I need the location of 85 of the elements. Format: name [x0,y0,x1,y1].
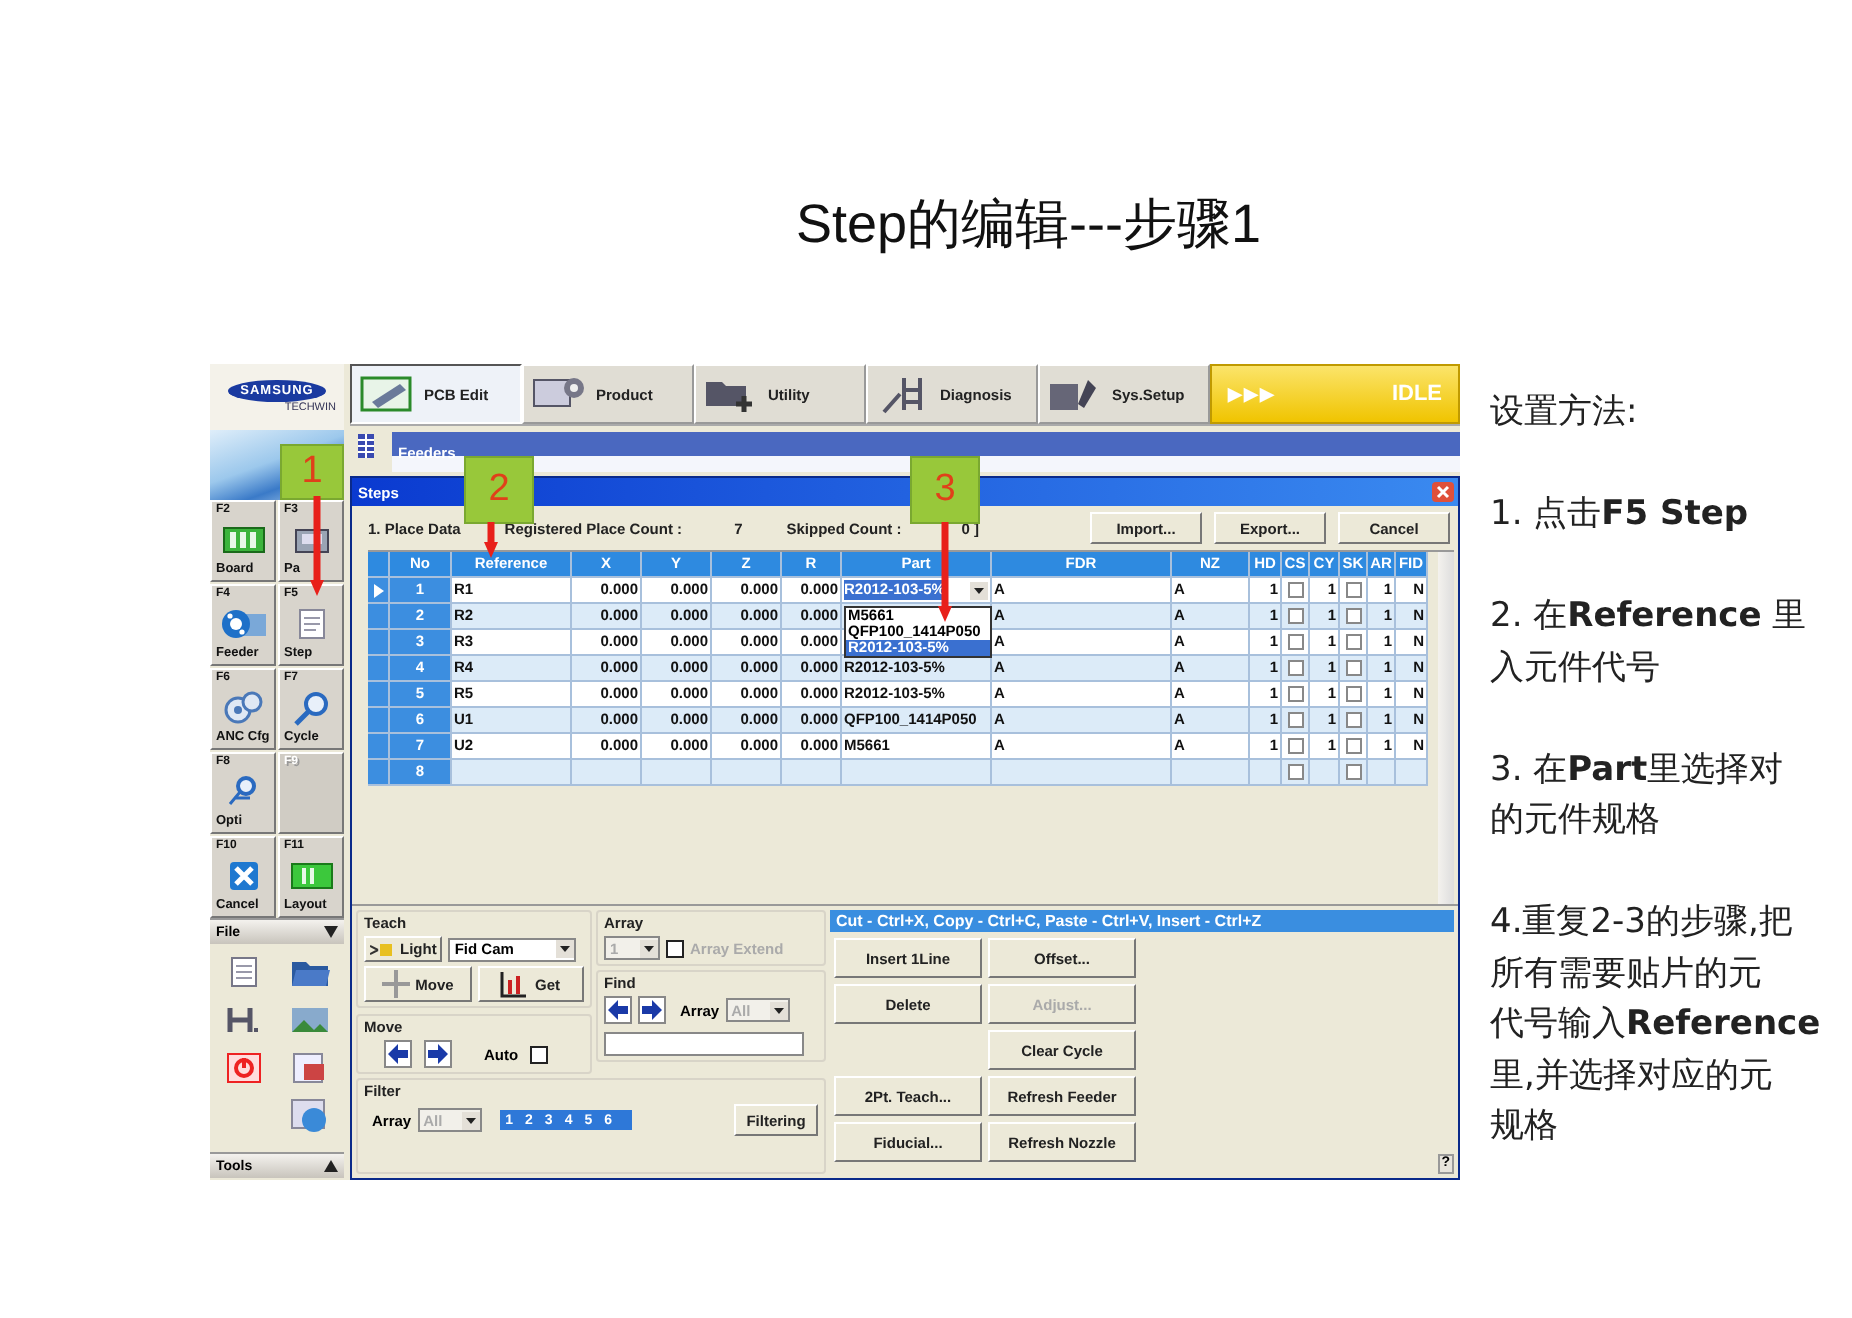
checkbox[interactable] [1287,712,1303,728]
instruction-step: 3. 在Part里选择对 的元件规格 [1490,745,1821,847]
picture-icon [290,1004,331,1036]
grid-icon [356,432,376,460]
chart-icon [500,970,529,998]
checkbox[interactable] [1287,738,1303,754]
checkbox[interactable] [1345,686,1361,702]
next-button[interactable] [424,1040,452,1068]
checkbox[interactable] [1287,582,1303,598]
document-icon [297,608,325,640]
table-cell [782,760,842,786]
pencil-icon [360,374,416,414]
row-selector[interactable] [368,630,390,656]
down-arrow [310,496,324,596]
scrollbar[interactable] [1438,552,1454,904]
bulb-icon [370,941,394,957]
board-icon [221,526,265,554]
caret-icon [769,1001,788,1019]
header-corner [368,552,390,578]
row-selector[interactable] [368,708,390,734]
row-selector[interactable] [368,656,390,682]
caret-icon [461,1111,480,1129]
layout-icon [289,862,333,890]
move-icon [381,970,410,998]
globe-icon [290,1098,331,1134]
caret-icon [556,940,575,958]
magnifier-icon [225,774,261,810]
checkbox[interactable] [1287,608,1303,624]
row-selector[interactable] [368,682,390,708]
table-cell [1172,760,1250,786]
left-arrow-icon [384,1040,412,1068]
step-number-label: 2 [464,456,534,524]
checkbox[interactable] [1345,738,1361,754]
search-field[interactable] [604,1032,804,1056]
instruction-step: 4.重复2-3的步骤,把 所有需要贴片的元 代号输入Reference 里,并选择对应的元 规格 [1490,898,1821,1153]
checkbox[interactable] [1287,764,1303,780]
previous-button[interactable] [604,996,632,1024]
document-icon [227,956,260,988]
checkbox[interactable] [1287,634,1303,650]
table-cell [642,760,712,786]
down-arrow [938,522,952,622]
row-selector[interactable] [368,734,390,760]
power-icon [225,1052,262,1084]
right-arrow-icon [638,996,666,1024]
table-cell [712,760,782,786]
row-selector[interactable] [368,578,390,604]
checkbox[interactable] [1345,712,1361,728]
checkbox[interactable] [1345,634,1361,650]
table-cell [452,760,572,786]
checkbox[interactable] [530,1045,549,1063]
shortcut-hint: Cut - Ctrl+X, Copy - Ctrl+C, Paste - Ctrl+V, Insert - Ctrl+Z [830,910,1454,932]
caret-icon [640,939,658,957]
magnifier-icon [289,690,333,726]
document-picture-icon [292,1052,329,1084]
instruction-step: 1. 点击F5 Step [1490,490,1821,541]
checkbox[interactable] [1287,686,1303,702]
gear-icon [221,690,265,726]
caret-icon [970,581,988,599]
step-number-label: 1 [280,444,344,500]
row-selector[interactable] [368,760,390,786]
folder-icon [290,956,331,988]
right-arrow-icon [424,1040,452,1068]
checkbox[interactable] [1287,660,1303,676]
table-cell [1396,760,1428,786]
checkbox[interactable] [1345,660,1361,676]
close-icon [227,860,259,892]
close-icon [1432,482,1454,502]
instruction-step: 2. 在Reference 里 入元件代号 [1490,592,1821,694]
instructions-heading: 设置方法: [1490,390,1640,436]
reel-icon [219,608,267,640]
expand-icon [324,1160,338,1172]
checkbox[interactable] [1345,764,1361,780]
checkbox[interactable] [1345,582,1361,598]
next-button[interactable] [638,996,666,1024]
checkbox[interactable] [1345,608,1361,624]
slide-title: Step的编辑---步骤1 [796,192,1264,258]
step-number-label: 3 [910,456,980,524]
previous-button[interactable] [384,1040,412,1068]
left-arrow-icon [604,996,632,1024]
status-indicator: ▶▶▶ IDLE [1210,364,1460,424]
collapse-icon [324,926,338,938]
table-cell [572,760,642,786]
row-pointer-icon [373,583,383,597]
down-arrow [484,522,498,558]
row-selector[interactable] [368,604,390,630]
